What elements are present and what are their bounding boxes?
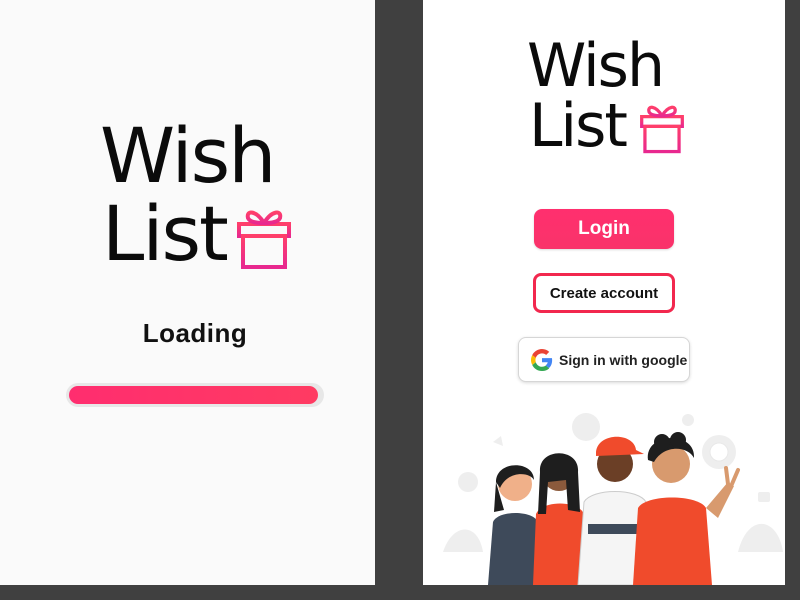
logo-word-wish: Wish <box>527 31 665 101</box>
wishlist-logo: Wish List <box>100 118 300 278</box>
gift-icon <box>640 105 684 154</box>
login-screen: Wish List Login Create account Sign in w… <box>423 0 785 585</box>
google-sign-in-button[interactable]: Sign in with google <box>518 337 690 382</box>
logo-word-wish: Wish <box>100 111 276 200</box>
wishlist-logo: Wish List <box>527 36 687 166</box>
google-g-icon <box>531 348 553 371</box>
loading-label: Loading <box>142 318 248 348</box>
create-account-button[interactable]: Create account <box>533 273 675 313</box>
loading-screen: Wish List Loading <box>0 0 375 585</box>
loading-progress-bar <box>66 383 324 407</box>
google-sign-in-label: Sign in with google <box>559 351 688 368</box>
logo-word-list: List <box>102 189 229 278</box>
group-of-friends-illustration <box>443 413 783 585</box>
loading-progress-fill <box>69 386 318 404</box>
logo-word-list: List <box>529 91 628 161</box>
gift-icon <box>237 210 291 269</box>
login-button[interactable]: Login <box>534 209 674 249</box>
